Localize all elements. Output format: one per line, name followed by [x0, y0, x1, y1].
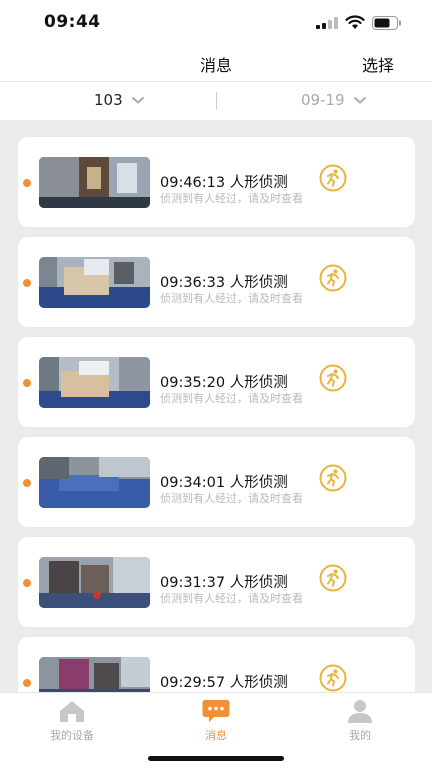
unread-dot — [23, 679, 31, 687]
running-person-icon — [319, 164, 347, 192]
message-card[interactable]: 09:46:13 人形侦测 侦测到有人经过，请及时查看 — [18, 137, 415, 227]
unread-dot — [23, 479, 31, 487]
cellular-signal-icon — [316, 17, 338, 29]
home-indicator — [148, 756, 284, 761]
device-filter-value: 103 — [94, 91, 123, 109]
running-person-icon — [319, 664, 347, 692]
wifi-icon — [345, 15, 365, 29]
filter-divider — [216, 92, 217, 110]
message-card[interactable]: 09:31:37 人形侦测 侦测到有人经过，请及时查看 — [18, 537, 415, 627]
tab-label: 我的设备 — [50, 729, 94, 742]
snapshot-thumbnail[interactable] — [39, 157, 150, 208]
unread-dot — [23, 179, 31, 187]
nav-bar: 消息 选择 — [0, 44, 432, 82]
message-description: 侦测到有人经过，请及时查看 — [160, 292, 303, 305]
message-list[interactable]: 09:46:13 人形侦测 侦测到有人经过，请及时查看 09:36:33 人形侦… — [0, 120, 432, 692]
message-description: 侦测到有人经过，请及时查看 — [160, 492, 303, 505]
message-card[interactable]: 09:29:57 人形侦测 — [18, 637, 415, 692]
snapshot-thumbnail[interactable] — [39, 457, 150, 508]
date-filter-dropdown[interactable]: 09-19 — [301, 91, 367, 109]
battery-icon — [372, 16, 401, 30]
snapshot-thumbnail[interactable] — [39, 657, 150, 692]
select-button[interactable]: 选择 — [362, 52, 394, 76]
status-time: 09:44 — [44, 12, 101, 32]
message-title: 09:36:33 人形侦测 — [160, 275, 288, 291]
unread-dot — [23, 579, 31, 587]
chat-icon — [202, 700, 230, 722]
message-title: 09:35:20 人形侦测 — [160, 375, 288, 391]
running-person-icon — [319, 564, 347, 592]
unread-dot — [23, 279, 31, 287]
message-card[interactable]: 09:36:33 人形侦测 侦测到有人经过，请及时查看 — [18, 237, 415, 327]
message-title: 09:31:37 人形侦测 — [160, 575, 288, 591]
message-card[interactable]: 09:35:20 人形侦测 侦测到有人经过，请及时查看 — [18, 337, 415, 427]
status-bar: 09:44 — [0, 0, 432, 44]
tab-me[interactable]: 我的 — [320, 699, 400, 743]
snapshot-thumbnail[interactable] — [39, 557, 150, 608]
message-description: 侦测到有人经过，请及时查看 — [160, 392, 303, 405]
home-icon — [60, 701, 84, 722]
date-filter-value: 09-19 — [301, 91, 345, 109]
message-card[interactable]: 09:34:01 人形侦测 侦测到有人经过，请及时查看 — [18, 437, 415, 527]
chevron-down-icon — [131, 97, 144, 104]
tab-label: 我的 — [349, 729, 371, 742]
message-title: 09:29:57 人形侦测 — [160, 675, 288, 691]
running-person-icon — [319, 364, 347, 392]
tab-my-devices[interactable]: 我的设备 — [32, 699, 112, 743]
message-description: 侦测到有人经过，请及时查看 — [160, 592, 303, 605]
message-title: 09:34:01 人形侦测 — [160, 475, 288, 491]
tab-messages[interactable]: 消息 — [176, 699, 256, 743]
snapshot-thumbnail[interactable] — [39, 257, 150, 308]
filter-bar: 103 09-19 — [0, 82, 432, 120]
unread-dot — [23, 379, 31, 387]
user-icon — [348, 700, 372, 723]
tab-label: 消息 — [205, 729, 227, 742]
message-description: 侦测到有人经过，请及时查看 — [160, 192, 303, 205]
chevron-down-icon — [353, 97, 366, 104]
running-person-icon — [319, 464, 347, 492]
running-person-icon — [319, 264, 347, 292]
message-title: 09:46:13 人形侦测 — [160, 175, 288, 191]
snapshot-thumbnail[interactable] — [39, 357, 150, 408]
device-filter-dropdown[interactable]: 103 — [94, 91, 145, 109]
